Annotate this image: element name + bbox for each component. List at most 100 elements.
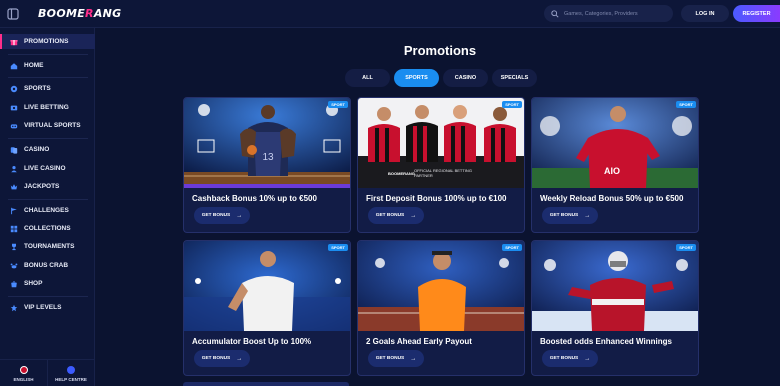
promo-card[interactable]: SPORT Accumulator Boost Up to 100% GET B…: [183, 240, 351, 376]
search-input[interactable]: [564, 10, 673, 17]
live-icon: [9, 103, 18, 112]
arrow-right-icon: →: [236, 212, 243, 219]
get-bonus-button[interactable]: GET BONUS →: [542, 350, 598, 367]
sidebar-item-vip-levels[interactable]: VIP LEVELS: [0, 300, 95, 315]
arrow-right-icon: →: [410, 355, 417, 362]
help-centre-button[interactable]: HELP CENTRE: [47, 360, 94, 386]
promo-image-hockey: SPORT: [532, 241, 698, 331]
vip-icon: [9, 303, 18, 312]
sponsor-sign: OFFICIAL REGIONAL BETTING PARTNER: [414, 168, 472, 178]
promo-title: Accumulator Boost Up to 100%: [192, 337, 312, 346]
dealer-icon: [9, 164, 18, 173]
get-bonus-button[interactable]: GET BONUS →: [194, 207, 250, 224]
page-title: Promotions: [403, 43, 477, 58]
sidebar-item-sports[interactable]: SPORTS: [0, 81, 95, 96]
sport-badge: SPORT: [502, 244, 522, 251]
sidebar-item-promotions[interactable]: PROMOTIONS: [0, 34, 95, 49]
uk-flag-icon: [19, 365, 28, 374]
help-icon: [67, 365, 75, 374]
crab-icon: [9, 261, 18, 270]
promo-image-padel: SPORT: [358, 241, 524, 331]
svg-text:13: 13: [262, 152, 274, 163]
tab-all[interactable]: ALL: [345, 69, 390, 87]
register-button[interactable]: REGISTER: [733, 5, 780, 22]
sidebar-item-label: PROMOTIONS: [24, 38, 69, 45]
sidebar-item-casino[interactable]: CASINO: [0, 142, 95, 157]
tab-casino[interactable]: CASINO: [443, 69, 488, 87]
tab-sports[interactable]: SPORTS: [394, 69, 439, 87]
sidebar-footer: ENGLISH HELP CENTRE: [0, 359, 95, 386]
sidebar-item-virtual-sports[interactable]: VIRTUAL SPORTS: [0, 118, 95, 133]
login-button[interactable]: LOG IN: [681, 5, 729, 22]
help-label: HELP CENTRE: [55, 376, 87, 382]
get-bonus-button[interactable]: GET BONUS →: [368, 207, 424, 224]
arrow-right-icon: →: [236, 355, 243, 362]
search-box[interactable]: [544, 5, 673, 22]
sport-badge: SPORT: [676, 244, 696, 251]
sponsor-logo: BOOMERANG: [388, 171, 415, 176]
get-bonus-button[interactable]: GET BONUS →: [368, 350, 424, 367]
promo-card[interactable]: 13 SPORT Cashback Bonus 10% up to €500 G…: [183, 97, 351, 233]
promo-image-tennis: SPORT: [184, 241, 350, 331]
sidebar-item-label: SPORTS: [24, 85, 51, 92]
tab-specials[interactable]: SPECIALS: [492, 69, 537, 87]
sidebar-item-label: VIRTUAL SPORTS: [24, 122, 81, 129]
collection-icon: [9, 224, 18, 233]
top-header: BOOMERANG LOG IN REGISTER: [0, 0, 780, 28]
promo-card[interactable]: AIO SPORT Weekly Reload Bonus 50% up to …: [531, 97, 699, 233]
sidebar-item-live-betting[interactable]: LIVE BETTING: [0, 100, 95, 115]
sidebar-toggle-icon: [7, 7, 19, 20]
promo-title: 2 Goals Ahead Early Payout: [366, 337, 472, 346]
menu-toggle-button[interactable]: [0, 0, 26, 28]
next-row-card-edge: [183, 382, 349, 386]
promo-title: First Deposit Bonus 100% up to €100: [366, 194, 507, 203]
sidebar-item-label: TOURNAMENTS: [24, 243, 75, 250]
sidebar-item-label: JACKPOTS: [24, 183, 60, 190]
sidebar-item-label: COLLECTIONS: [24, 225, 71, 232]
sidebar-item-shop[interactable]: SHOP: [0, 276, 95, 291]
promo-image-basketball: 13 SPORT: [184, 98, 350, 188]
challenge-icon: [9, 206, 18, 215]
sport-badge: SPORT: [328, 101, 348, 108]
sidebar-item-label: HOME: [24, 62, 44, 69]
gift-icon: [9, 37, 18, 46]
shop-icon: [9, 279, 18, 288]
promo-image-football-player: AIO SPORT: [532, 98, 698, 188]
sidebar-item-label: VIP LEVELS: [24, 304, 62, 311]
sidebar-item-tournaments[interactable]: TOURNAMENTS: [0, 239, 95, 254]
promo-image-football-team: OFFICIAL REGIONAL BETTING PARTNER BOOMER…: [358, 98, 524, 188]
language-selector[interactable]: ENGLISH: [0, 360, 47, 386]
sidebar: PROMOTIONS HOME SPORTS LIVE BETTING VIRT…: [0, 28, 95, 386]
promo-title: Weekly Reload Bonus 50% up to €500: [540, 194, 684, 203]
sidebar-item-jackpots[interactable]: JACKPOTS: [0, 179, 95, 194]
promo-card[interactable]: OFFICIAL REGIONAL BETTING PARTNER BOOMER…: [357, 97, 525, 233]
virtual-icon: [9, 121, 18, 130]
promo-tabs: ALL SPORTS CASINO SPECIALS: [345, 69, 537, 87]
get-bonus-button[interactable]: GET BONUS →: [542, 207, 598, 224]
sport-badge: SPORT: [676, 101, 696, 108]
brand-logo[interactable]: BOOMERANG: [38, 7, 121, 20]
sidebar-item-label: CHALLENGES: [24, 207, 69, 214]
get-bonus-button[interactable]: GET BONUS →: [194, 350, 250, 367]
promo-card[interactable]: SPORT 2 Goals Ahead Early Payout GET BON…: [357, 240, 525, 376]
sidebar-item-challenges[interactable]: CHALLENGES: [0, 203, 95, 218]
arrow-right-icon: →: [410, 212, 417, 219]
language-label: ENGLISH: [13, 376, 34, 382]
trophy-icon: [9, 242, 18, 251]
sidebar-item-collections[interactable]: COLLECTIONS: [0, 221, 95, 236]
promo-title: Boosted odds Enhanced Winnings: [540, 337, 672, 346]
sidebar-item-bonus-crab[interactable]: BONUS CRAB: [0, 258, 95, 273]
shirt-sponsor: AIO: [604, 166, 621, 176]
jackpot-icon: [9, 182, 18, 191]
cards-icon: [9, 145, 18, 154]
sidebar-item-label: SHOP: [24, 280, 43, 287]
promo-card[interactable]: SPORT Boosted odds Enhanced Winnings GET…: [531, 240, 699, 376]
promo-title: Cashback Bonus 10% up to €500: [192, 194, 317, 203]
sidebar-item-label: LIVE CASINO: [24, 165, 66, 172]
sport-badge: SPORT: [502, 101, 522, 108]
arrow-right-icon: →: [584, 355, 591, 362]
sidebar-item-live-casino[interactable]: LIVE CASINO: [0, 161, 95, 176]
sidebar-item-home[interactable]: HOME: [0, 58, 95, 73]
sidebar-item-label: CASINO: [24, 146, 50, 153]
home-icon: [9, 61, 18, 70]
